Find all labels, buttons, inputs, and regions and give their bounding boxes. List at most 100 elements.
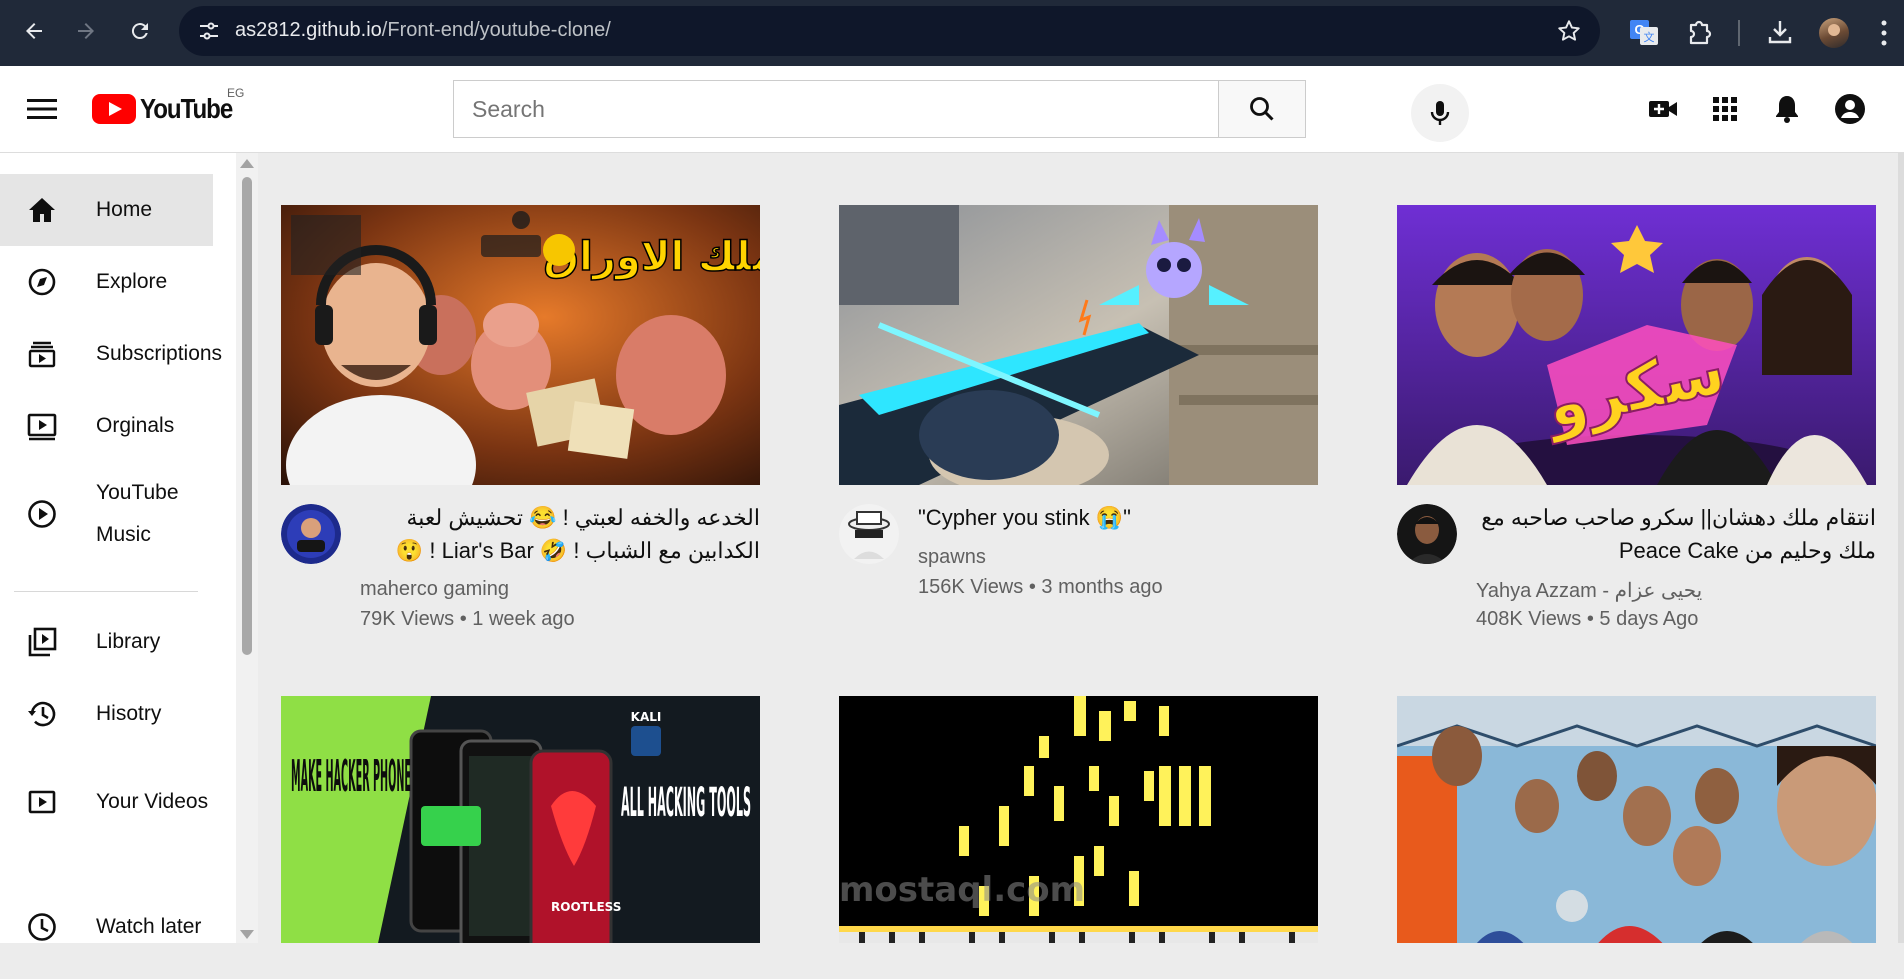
arrow-left-icon [26,23,42,39]
browser-toolbar: as2812.github.io/Front-end/youtube-clone… [0,0,1904,66]
video-title[interactable]: انتقام ملك دهشان|| سكرو صاحب صاحبه مع مل… [1476,501,1876,567]
video-thumbnail[interactable]: mostaql.com [839,696,1318,943]
site-settings-icon[interactable] [197,19,221,43]
sidebar-item-explore[interactable]: Explore [0,246,213,318]
url-path: /Front-end/youtube-clone/ [381,19,611,41]
history-icon [28,701,56,727]
bookmark-star-icon[interactable] [1556,18,1582,44]
country-code: EG [227,86,245,100]
music-play-icon [28,500,56,528]
search-icon [1250,97,1274,121]
url-text[interactable]: as2812.github.io/Front-end/youtube-clone… [235,19,611,42]
main-scrollbar[interactable] [1898,153,1904,943]
sidebar: Home Explore Subscriptions Orginals YouT… [0,153,236,943]
sidebar-item-history[interactable]: Hisotry [0,678,213,750]
search-button[interactable] [1218,81,1305,137]
home-icon [29,198,55,222]
sidebar-item-library[interactable]: Library [0,606,213,678]
channel-avatar[interactable] [839,504,899,564]
google-translate-icon[interactable]: G文 [1629,17,1659,47]
sidebar-item-your-videos[interactable]: Your Videos [0,750,213,854]
channel-name[interactable]: Yahya Azzam - يحيى عزام [1476,578,1702,603]
sidebar-item-label: Subscriptions [96,342,223,365]
download-icon[interactable] [1765,17,1795,47]
rootless-label: ROOTLESS [551,900,621,914]
kali-badge-text: KALI [631,710,662,724]
profile-avatar[interactable] [1819,18,1849,48]
scroll-down-arrow-icon[interactable] [240,930,254,939]
sidebar-item-label: Your Videos [96,790,209,813]
channel-name[interactable]: maherco gaming [360,578,509,601]
video-title[interactable]: الخدعه والخفه لعبتي ! 😂 تحشيش لعبة الكدا… [360,501,760,567]
view-count: 156K Views [918,576,1024,598]
svg-text:文: 文 [1644,30,1655,44]
video-thumbnail[interactable] [1397,696,1876,943]
reload-icon [131,23,148,40]
video-thumbnail[interactable] [839,205,1318,485]
url-host: as2812.github.io [235,19,382,41]
extensions-puzzle-icon[interactable] [1685,17,1715,47]
your-videos-icon [28,790,56,814]
sidebar-item-label: Home [96,198,153,221]
sidebar-item-subscriptions[interactable]: Subscriptions [0,318,222,390]
site-header: YouTube EG [0,66,1904,153]
sidebar-item-label: YouTube Music [96,481,179,546]
channel-avatar[interactable] [1397,504,1457,564]
search-form [453,80,1306,138]
sidebar-scrollbar[interactable] [236,153,258,943]
microphone-icon [1430,101,1450,125]
channel-name[interactable]: spawns [918,546,986,569]
originals-icon [27,413,57,441]
sidebar-item-originals[interactable]: Orginals [0,390,213,462]
sidebar-item-label: Orginals [96,414,175,437]
account-icon[interactable] [1833,92,1867,126]
create-video-icon[interactable] [1646,92,1680,126]
address-bar[interactable]: as2812.github.io/Front-end/youtube-clone… [179,6,1600,56]
logo-wordmark: YouTube [140,93,233,124]
video-card[interactable] [1397,696,1877,943]
thumbnail-caption: ملك الاوراق ! [543,234,760,280]
sidebar-item-label: Watch later [96,915,202,938]
video-card[interactable]: MAKE HACKER PHONE KALI ALL HACKING TOOLS… [281,696,761,943]
subscriptions-icon [28,341,56,368]
search-input[interactable] [454,81,1218,137]
upload-age: 1 week ago [472,608,575,630]
scroll-up-arrow-icon[interactable] [240,159,254,168]
sidebar-item-label: Explore [96,270,168,293]
youtube-play-icon [92,94,136,124]
scrollbar-thumb[interactable] [242,177,252,655]
hamburger-menu-icon[interactable] [22,92,62,126]
arrow-right-icon [78,23,94,39]
sidebar-item-youtube-music[interactable]: YouTube Music [0,462,213,566]
video-thumbnail[interactable]: سكرو [1397,205,1876,485]
reload-button[interactable] [118,11,162,51]
video-meta: 408K Views • 5 days Ago [1476,608,1699,630]
sidebar-item-watch-later[interactable]: Watch later [0,875,213,979]
thumbnail-caption-left: MAKE HACKER PHONE [291,751,411,802]
back-button[interactable] [12,11,56,51]
youtube-logo[interactable]: YouTube EG [92,86,247,126]
forward-button[interactable] [64,11,108,51]
video-title[interactable]: "Cypher you stink 😭" [918,501,1318,534]
browser-menu-icon[interactable] [1880,19,1888,47]
view-count: 79K Views [360,608,455,630]
sidebar-item-label: Hisotry [96,702,162,725]
view-count: 408K Views [1476,608,1582,630]
upload-age: 3 months ago [1041,576,1163,598]
video-thumbnail[interactable]: ملك الاوراق ! [281,205,760,485]
notifications-bell-icon[interactable] [1770,92,1804,126]
library-icon [28,627,57,657]
video-card[interactable]: mostaql.com [839,696,1319,943]
upload-age: 5 days Ago [1599,608,1699,630]
voice-search-button[interactable] [1411,84,1469,142]
video-meta: 79K Views • 1 week ago [360,608,575,630]
watermark-text: mostaql.com [839,870,1085,910]
apps-grid-icon[interactable] [1708,92,1742,126]
sidebar-item-label: Library [96,630,161,653]
clock-icon [28,913,56,941]
video-thumbnail[interactable]: MAKE HACKER PHONE KALI ALL HACKING TOOLS… [281,696,760,943]
channel-avatar[interactable] [281,504,341,564]
sidebar-item-home[interactable]: Home [0,174,213,246]
compass-icon [28,268,56,296]
video-meta: 156K Views • 3 months ago [918,576,1163,598]
